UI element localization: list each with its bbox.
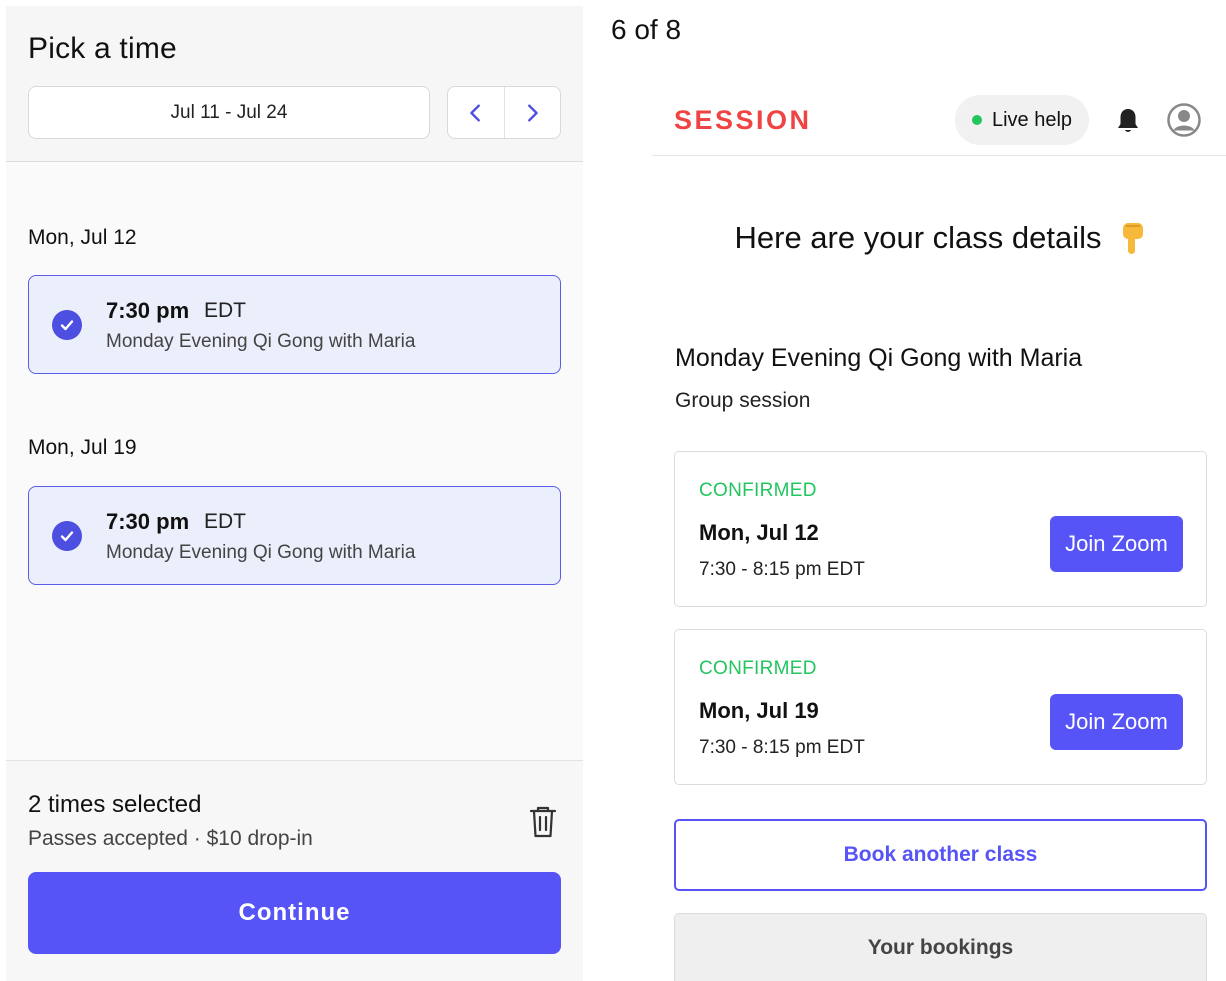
page-counter: 6 of 8	[611, 14, 682, 45]
chevron-left-icon	[469, 103, 480, 122]
time-slot-jul-12[interactable]: 7:30 pm EDT Monday Evening Qi Gong with …	[28, 275, 561, 374]
class-name: Monday Evening Qi Gong with Maria	[675, 344, 1083, 372]
slot-time: 7:30 pm	[106, 509, 190, 534]
slot-timezone: EDT	[204, 299, 246, 322]
booking-card: CONFIRMED Mon, Jul 12 7:30 - 8:15 pm EDT…	[674, 451, 1207, 607]
details-heading-text: Here are your class details	[734, 220, 1102, 255]
join-zoom-button[interactable]: Join Zoom	[1050, 516, 1183, 572]
user-avatar-icon[interactable]	[1167, 103, 1201, 137]
brand-logo[interactable]: SESSION	[674, 105, 812, 136]
selection-footer: 2 times selected Passes accepted · $10 d…	[6, 760, 583, 981]
your-bookings-button[interactable]: Your bookings	[674, 913, 1207, 981]
bell-icon[interactable]	[1116, 107, 1140, 135]
pricing-info: Passes accepted · $10 drop-in	[28, 827, 313, 850]
previous-week-button[interactable]	[448, 87, 504, 138]
time-picker-panel: Pick a time Jul 11 - Jul 24 Mon, Jul 12 …	[6, 6, 583, 981]
date-range-selector[interactable]: Jul 11 - Jul 24	[28, 86, 430, 139]
slot-class-title: Monday Evening Qi Gong with Maria	[106, 542, 416, 563]
live-help-label: Live help	[991, 108, 1073, 131]
time-slot-jul-19[interactable]: 7:30 pm EDT Monday Evening Qi Gong with …	[28, 486, 561, 585]
book-another-class-button[interactable]: Book another class	[674, 819, 1207, 891]
booking-time: 7:30 - 8:15 pm EDT	[699, 737, 865, 758]
next-week-button[interactable]	[503, 87, 561, 138]
chevron-right-icon	[528, 103, 539, 122]
slot-class-title: Monday Evening Qi Gong with Maria	[106, 331, 416, 352]
top-navbar: SESSION Live help	[652, 86, 1226, 156]
day-label: Mon, Jul 19	[28, 436, 137, 459]
slot-time: 7:30 pm	[106, 298, 190, 323]
week-navigation	[447, 86, 561, 139]
booking-date: Mon, Jul 19	[699, 698, 819, 723]
checkmark-icon	[52, 521, 82, 551]
status-badge: CONFIRMED	[699, 658, 817, 679]
day-label: Mon, Jul 12	[28, 226, 137, 249]
checkmark-icon	[52, 310, 82, 340]
join-zoom-button[interactable]: Join Zoom	[1050, 694, 1183, 750]
booking-date: Mon, Jul 12	[699, 520, 819, 545]
pointing-down-hand-icon	[1123, 223, 1143, 254]
booking-card: CONFIRMED Mon, Jul 19 7:30 - 8:15 pm EDT…	[674, 629, 1207, 785]
time-picker-header: Pick a time Jul 11 - Jul 24	[6, 6, 583, 162]
class-details-panel: SESSION Live help Here are your class de…	[652, 86, 1226, 981]
status-badge: CONFIRMED	[699, 480, 817, 501]
trash-icon[interactable]	[528, 805, 558, 839]
booking-time: 7:30 - 8:15 pm EDT	[699, 559, 865, 580]
selected-count: 2 times selected	[28, 791, 202, 818]
slot-timezone: EDT	[204, 510, 246, 533]
live-help-button[interactable]: Live help	[955, 95, 1089, 145]
online-status-dot	[971, 115, 982, 125]
class-type: Group session	[675, 389, 811, 412]
page-title: Pick a time	[28, 32, 177, 65]
continue-button[interactable]: Continue	[28, 872, 561, 954]
